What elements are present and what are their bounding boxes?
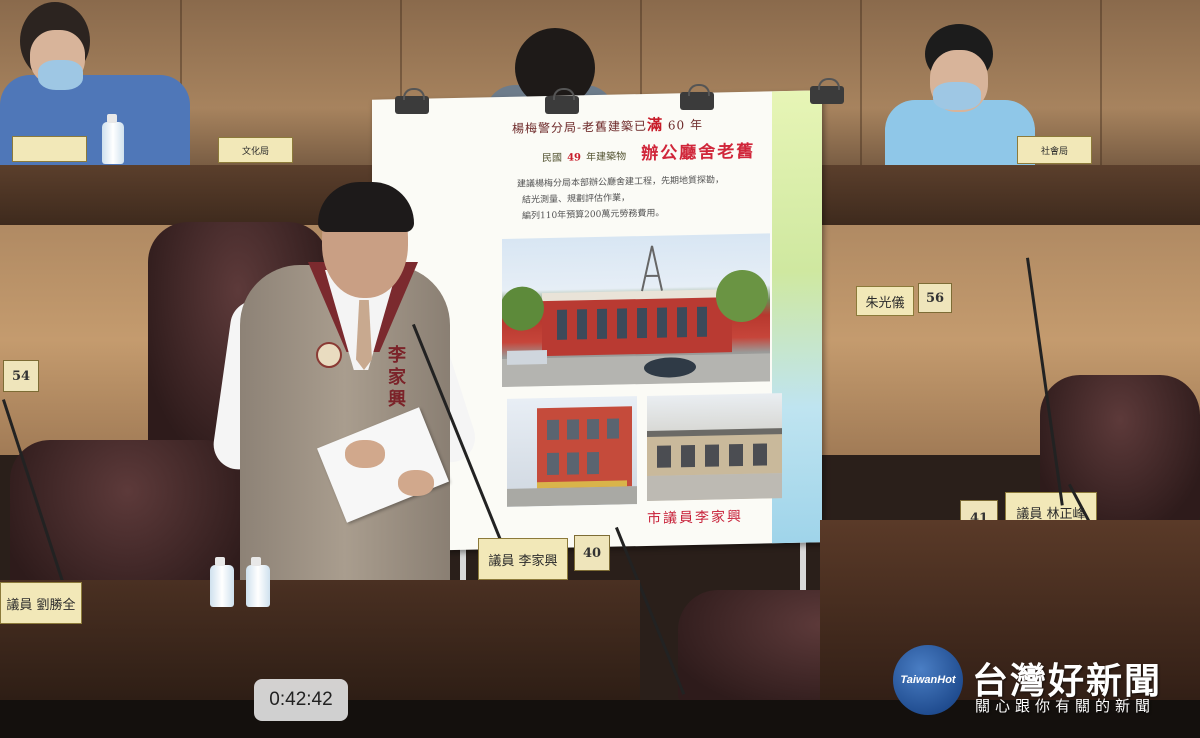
board-text-line: 編列110年預算200萬元勞務費用。 bbox=[522, 208, 665, 222]
board-title-highlight: 滿 bbox=[647, 115, 664, 134]
board-text-line: 結光測量、規劃評估作業， bbox=[522, 193, 631, 206]
wall-divider bbox=[1100, 0, 1102, 170]
board-title-suffix: 60 年 bbox=[663, 117, 703, 133]
taiwanhot-logo-icon: TaiwanHot bbox=[893, 645, 963, 715]
board-subtitle-year: 49 bbox=[567, 152, 582, 164]
police-station-photo bbox=[502, 233, 770, 387]
board-footer: 市議員李家興 bbox=[647, 508, 743, 527]
binder-clip bbox=[545, 88, 579, 114]
nameplate-left: 議員 劉勝全 bbox=[0, 582, 82, 624]
building-right-illustration bbox=[647, 428, 782, 501]
vest-badge-icon bbox=[316, 342, 342, 368]
board-subtitle-mid: 年建築物 bbox=[586, 151, 627, 164]
speaker-seat-number: 40 bbox=[574, 535, 610, 571]
board-subtitle-prefix: 民國 bbox=[542, 152, 562, 165]
back-nameplate-blank bbox=[12, 136, 87, 162]
mask bbox=[38, 60, 83, 90]
speaker-hand bbox=[398, 470, 434, 496]
water-bottle bbox=[246, 557, 270, 607]
speaker-hand bbox=[345, 440, 385, 468]
water-bottle bbox=[102, 114, 124, 164]
binder-clip bbox=[810, 78, 844, 104]
back-nameplate-right: 社會局 bbox=[1017, 136, 1092, 164]
watermark-slogan: 關心跟你有關的新聞 bbox=[975, 697, 1156, 715]
building-photo-left bbox=[507, 396, 637, 507]
building-left-illustration bbox=[507, 406, 637, 507]
council-chamber-scene: 文化局 社會局 54 56 朱光儀 41 議員 林正峰 楊梅警分局-老舊建築已滿… bbox=[0, 0, 1200, 738]
board-subtitle-heading: 辦公廳舍老舊 bbox=[641, 141, 756, 165]
board-title: 楊梅警分局-老舊建築已滿 60 年 bbox=[512, 113, 703, 138]
board-title-prefix: 楊梅警分局-老舊建築已 bbox=[512, 118, 648, 136]
seat-number: 56 bbox=[918, 283, 952, 313]
wall-divider bbox=[860, 0, 862, 170]
video-timestamp: 0:42:42 bbox=[254, 679, 348, 721]
water-bottle bbox=[210, 557, 234, 607]
mask bbox=[933, 82, 981, 110]
board-text-line: 建議楊梅分局本部辦公廳舍建工程，先期地質探勘， bbox=[517, 175, 725, 190]
logo-mark-text: TaiwanHot bbox=[900, 674, 956, 686]
police-station-illustration bbox=[502, 245, 770, 387]
building-photo-right bbox=[647, 393, 782, 501]
seat-number: 54 bbox=[3, 360, 39, 392]
board-subtitle: 民國 49 年建築物 辦公廳舍老舊 bbox=[542, 137, 755, 166]
nameplate-back-center: 朱光儀 bbox=[856, 286, 914, 316]
vest-embroidered-name: 李家興 bbox=[388, 345, 406, 410]
back-nameplate-left: 文化局 bbox=[218, 137, 293, 163]
binder-clip bbox=[680, 84, 714, 110]
binder-clip bbox=[395, 88, 429, 114]
speaker-nameplate: 議員 李家興 bbox=[478, 538, 568, 580]
